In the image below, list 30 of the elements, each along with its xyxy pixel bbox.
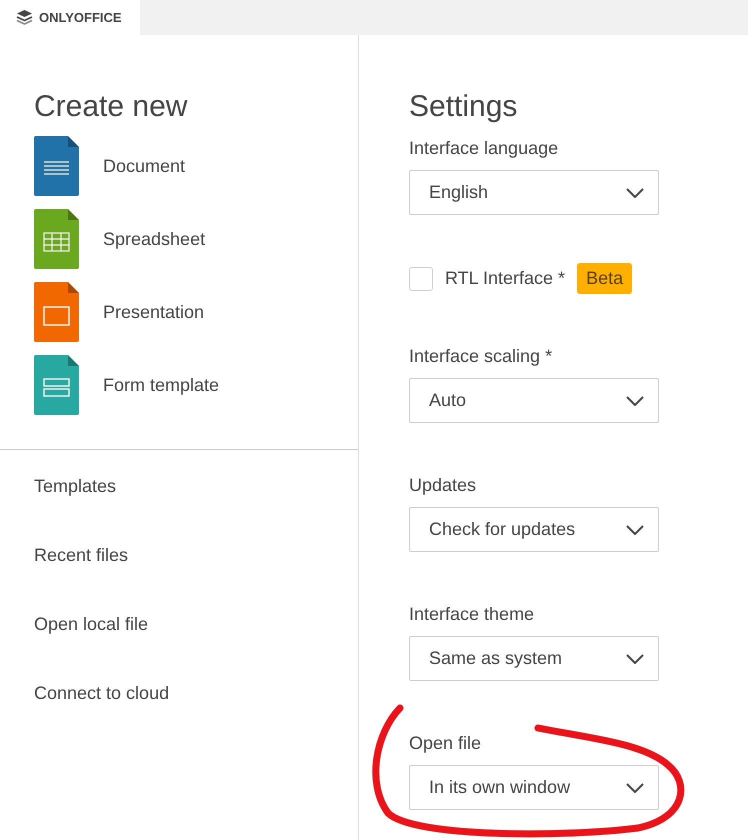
create-item[interactable]: Form template [103, 372, 220, 398]
section-title: Create new [34, 89, 188, 125]
field-label: Open file [409, 732, 482, 755]
create-item[interactable]: Spreadsheet [103, 226, 206, 252]
field-label: Updates [409, 474, 478, 497]
dropdown[interactable]: Check for updates [409, 507, 659, 552]
chevron-icon [626, 396, 644, 406]
section-title: Settings [409, 89, 518, 125]
create-item[interactable]: Document [103, 152, 186, 180]
dropdown[interactable]: Auto [409, 378, 659, 423]
beta-badge: Beta [577, 263, 632, 294]
nav-link[interactable]: Open local file [34, 611, 148, 637]
checkbox-label: RTL Interface * [445, 267, 566, 290]
nav-link[interactable]: Recent files [34, 542, 128, 568]
app-logo-text: ONLYOFFICE [39, 8, 122, 27]
chevron-icon [626, 654, 644, 664]
dropdown[interactable]: In its own window [409, 765, 659, 810]
layers-icon [16, 9, 33, 26]
chevron-icon [626, 782, 644, 792]
dropdown[interactable]: English [409, 170, 659, 215]
nav-link[interactable]: Templates [34, 473, 116, 499]
dropdown[interactable]: Same as system [409, 636, 659, 681]
create-item[interactable]: Presentation [103, 298, 204, 326]
checkbox[interactable] [409, 266, 433, 290]
field-label: Interface theme [409, 603, 536, 626]
field-label: Interface scaling * [409, 345, 554, 368]
field-label: Interface language [409, 137, 560, 160]
chevron-icon [626, 188, 644, 198]
nav-link[interactable]: Connect to cloud [34, 680, 170, 706]
chevron-icon [626, 524, 644, 534]
